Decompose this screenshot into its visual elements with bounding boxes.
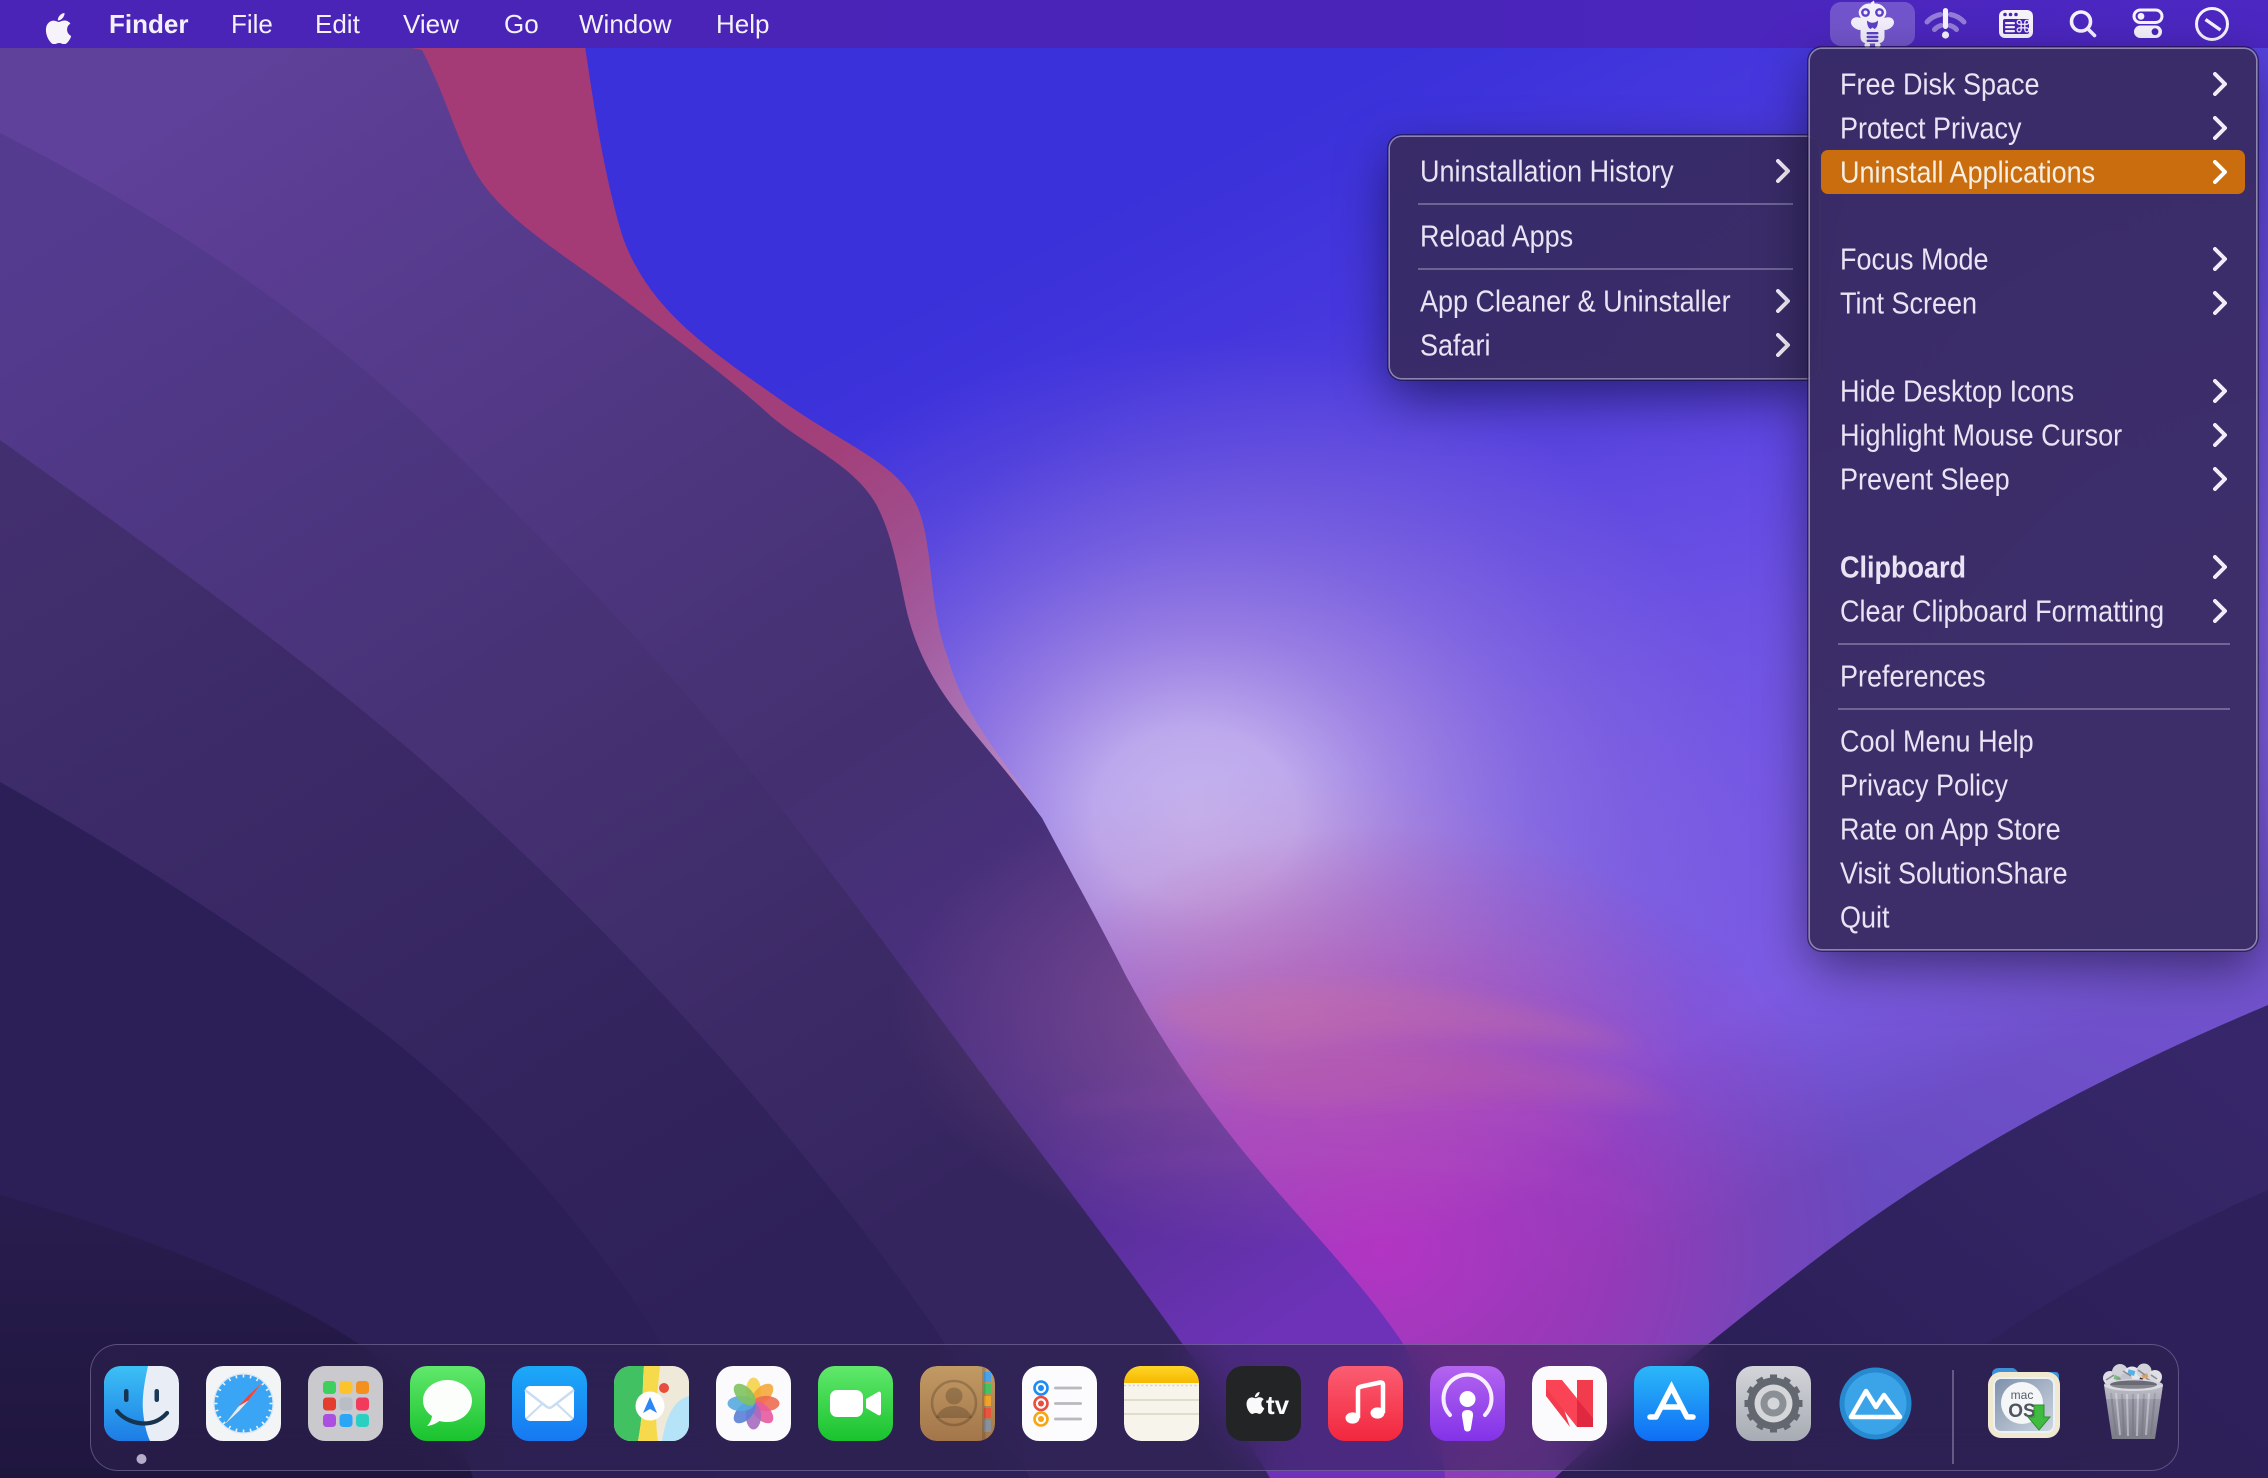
svg-text:⌘: ⌘ [2015,18,2032,37]
svg-text:tv: tv [1266,1390,1290,1420]
svg-text:mac: mac [2011,1388,2034,1402]
